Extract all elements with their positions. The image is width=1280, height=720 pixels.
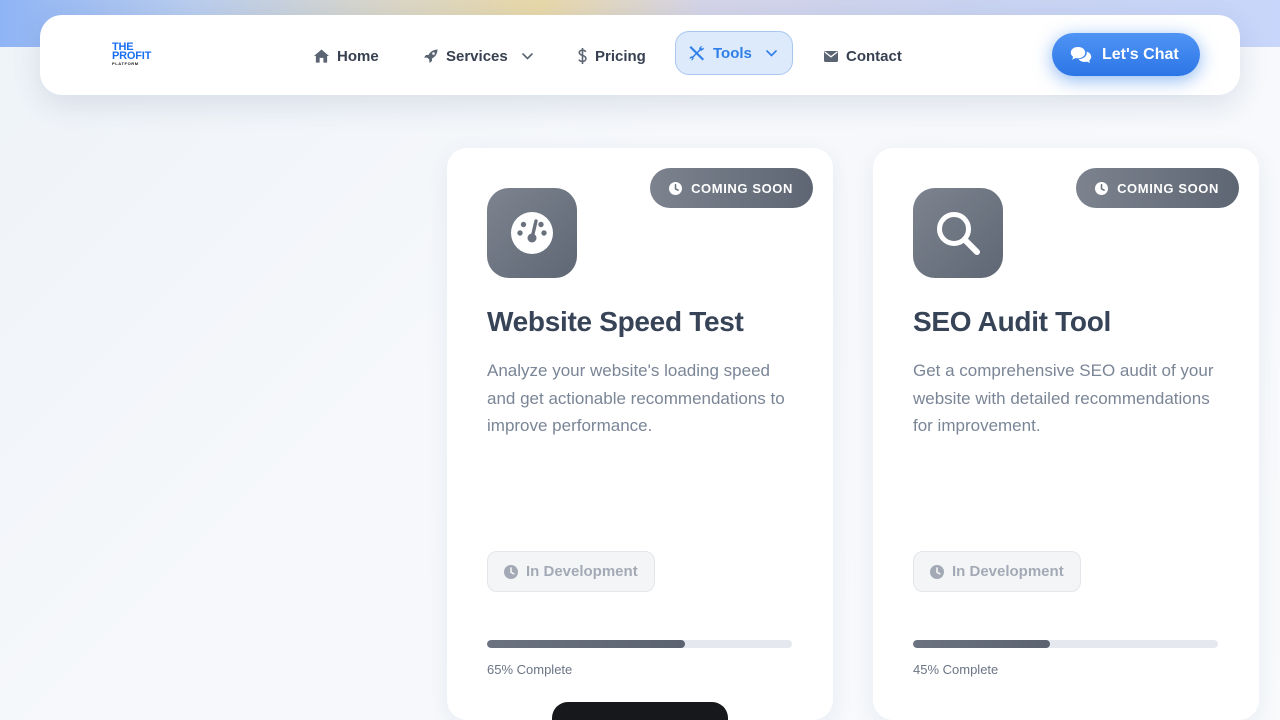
coming-soon-badge: COMING SOON xyxy=(1076,168,1239,208)
tool-card-seo-audit[interactable]: COMING SOON SEO Audit Tool Get a compreh… xyxy=(873,148,1259,720)
nav-item-home[interactable]: Home xyxy=(314,42,379,70)
chevron-down-icon xyxy=(521,52,533,60)
lets-chat-button[interactable]: Let's Chat xyxy=(1052,33,1200,76)
logo-line-2: PROFIT xyxy=(112,50,152,62)
card-title: Website Speed Test xyxy=(487,306,744,337)
magnifier-icon xyxy=(913,188,1003,278)
status-pill: In Development xyxy=(913,551,1081,592)
badge-label: COMING SOON xyxy=(1117,180,1219,196)
nav-label-home: Home xyxy=(337,47,379,65)
progress-bar xyxy=(487,640,792,648)
nav-item-pricing[interactable]: Pricing xyxy=(578,42,646,70)
nav-label-services: Services xyxy=(446,47,508,65)
envelope-icon xyxy=(824,50,838,62)
card-title: SEO Audit Tool xyxy=(913,306,1111,337)
lets-chat-label: Let's Chat xyxy=(1102,45,1179,63)
coming-soon-badge: COMING SOON xyxy=(650,168,813,208)
nav-item-tools[interactable]: Tools xyxy=(675,31,793,75)
brand-logo[interactable]: THE PROFIT PLATFORM xyxy=(112,42,172,69)
preview-thumbnail xyxy=(552,702,728,720)
nav-label-contact: Contact xyxy=(846,47,902,65)
progress-bar xyxy=(913,640,1218,648)
dollar-icon xyxy=(578,48,587,64)
nav-label-pricing: Pricing xyxy=(595,47,646,65)
card-description: Get a comprehensive SEO audit of your we… xyxy=(913,361,1214,435)
clock-icon xyxy=(1095,181,1109,195)
nav-label-tools: Tools xyxy=(713,44,752,62)
status-pill: In Development xyxy=(487,551,655,592)
rocket-icon xyxy=(424,49,438,63)
main-navbar: THE PROFIT PLATFORM Home Services Pricin… xyxy=(40,15,1240,95)
tool-card-speed-test[interactable]: COMING SOON Website Speed Test Analyze y… xyxy=(447,148,833,720)
clock-icon xyxy=(504,564,518,579)
progress-label: 45% Complete xyxy=(913,662,999,677)
progress-fill xyxy=(913,640,1051,648)
progress-label: 65% Complete xyxy=(487,662,573,677)
home-icon xyxy=(314,49,329,63)
card-description: Analyze your website's loading speed and… xyxy=(487,361,785,435)
status-label: In Development xyxy=(952,563,1064,580)
clock-icon xyxy=(930,564,944,579)
status-label: In Development xyxy=(526,563,638,580)
progress-fill xyxy=(487,640,686,648)
badge-label: COMING SOON xyxy=(691,180,793,196)
clock-icon xyxy=(669,181,683,195)
chevron-down-icon xyxy=(766,49,777,57)
chat-bubbles-icon xyxy=(1070,46,1092,63)
nav-item-contact[interactable]: Contact xyxy=(824,42,902,70)
nav-item-services[interactable]: Services xyxy=(424,42,533,70)
tools-icon xyxy=(689,46,704,61)
speedometer-icon xyxy=(487,188,577,278)
